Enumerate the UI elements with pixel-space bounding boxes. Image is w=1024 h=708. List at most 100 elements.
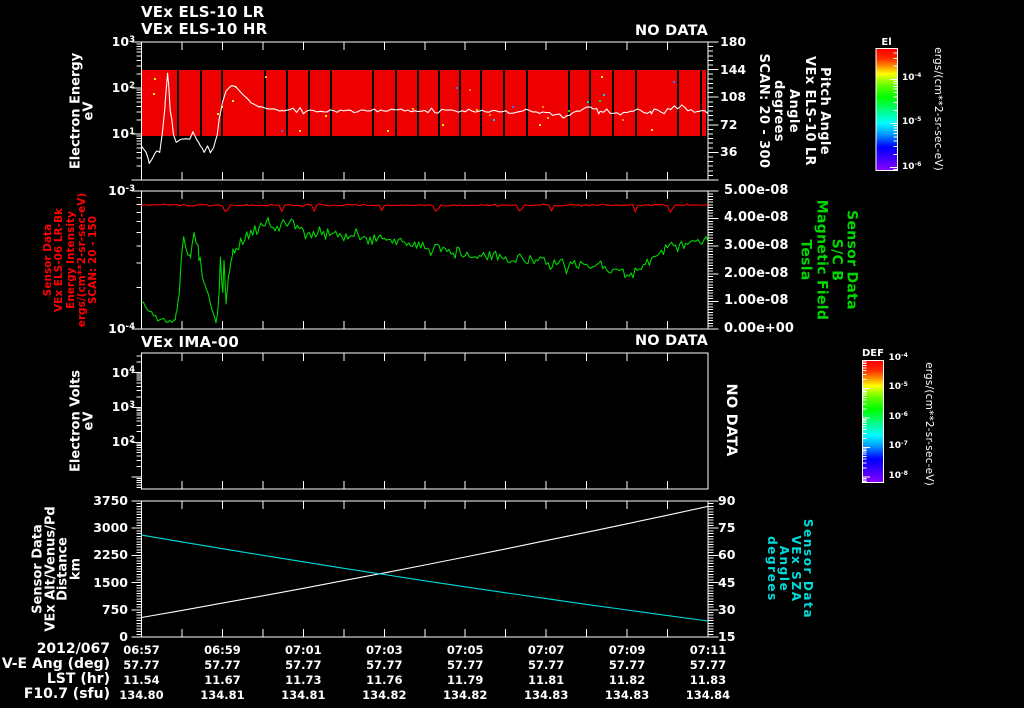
row-value: 134.81 bbox=[281, 687, 326, 702]
row-value: 134.83 bbox=[523, 687, 569, 702]
p4-ytick-label: 3750 bbox=[93, 493, 128, 508]
spectrogram-gap bbox=[589, 70, 591, 136]
spectrogram-speckle bbox=[599, 100, 601, 102]
spectrogram-speckle bbox=[489, 114, 491, 116]
p1-right-tick-label: 72 bbox=[720, 116, 738, 132]
spectrogram-gap bbox=[677, 70, 679, 136]
axis-label-line: eV bbox=[82, 411, 97, 431]
p1-right-tick-label: 180 bbox=[720, 34, 747, 49]
spectrogram-speckle bbox=[539, 124, 541, 126]
axis-label-line: Electron Energy bbox=[68, 52, 84, 170]
p4-right-tick-label: 15 bbox=[718, 629, 736, 644]
panel1-title-line1: VEx ELS-10 LR bbox=[141, 2, 265, 21]
row-value: 57.77 bbox=[285, 657, 322, 672]
spectrogram-speckle bbox=[154, 78, 156, 80]
row-value: 11.82 bbox=[608, 672, 646, 687]
row-value: 134.83 bbox=[604, 687, 650, 702]
p1-ytick-label: 102 bbox=[111, 80, 135, 95]
p2-right-tick-label: 5.00e-08 bbox=[724, 182, 789, 198]
panel4-frame bbox=[141, 500, 709, 638]
row-value: 57.77 bbox=[527, 657, 565, 672]
spectrogram-speckle bbox=[442, 124, 444, 126]
axis-label-line: Electron Volts bbox=[68, 370, 84, 472]
axis-label-line: S/C B bbox=[828, 238, 845, 282]
time-label: 07:05 bbox=[446, 643, 484, 657]
spectrogram-speckle bbox=[217, 113, 219, 115]
colorbar1-title: El bbox=[881, 36, 892, 48]
row-value: 11.79 bbox=[447, 672, 484, 687]
p2-right-tick-label: 0.00e+00 bbox=[724, 320, 794, 336]
axis-label-line: degrees bbox=[770, 79, 786, 142]
spectrogram-speckle bbox=[476, 109, 478, 111]
row-value: 134.82 bbox=[443, 687, 488, 702]
row-label-lst: LST (hr) bbox=[46, 670, 110, 687]
panel3-y-axis-label: Electron Volts eV bbox=[68, 370, 97, 472]
colorbar2-unit-label: ergs/(cm**2-sr-sec-eV) bbox=[923, 362, 935, 486]
p1-ytick-label: 101 bbox=[111, 126, 135, 141]
row-value: 57.77 bbox=[447, 657, 484, 672]
spectrogram-speckle bbox=[456, 87, 458, 89]
row-value: 11.83 bbox=[689, 672, 727, 687]
time-label: 07:07 bbox=[527, 643, 565, 657]
row-value: 11.54 bbox=[123, 672, 160, 687]
row-value: 11.67 bbox=[204, 672, 241, 687]
time-label: 07:11 bbox=[689, 643, 727, 657]
colorbar1-tick-label: 10-5 bbox=[902, 116, 922, 128]
spectrogram-speckle bbox=[547, 117, 549, 119]
spectrogram-speckle bbox=[512, 106, 514, 108]
colorbar1-tick-label: 10-4 bbox=[902, 72, 922, 84]
spectrogram-speckle bbox=[281, 130, 283, 132]
spectrogram-gap bbox=[308, 70, 310, 136]
p4-right-tick-label: 30 bbox=[718, 601, 736, 617]
spectrogram-speckle bbox=[299, 130, 301, 132]
axis-label-line: VEx ELS-10 LR bbox=[801, 56, 817, 166]
spectrogram-gap bbox=[568, 70, 570, 136]
panel3-frame bbox=[141, 352, 709, 490]
altitude-line bbox=[141, 505, 709, 619]
p3-ytick-label: 104 bbox=[111, 364, 135, 380]
p2-ytick-label: 10-4 bbox=[108, 321, 135, 336]
spectrogram-speckle bbox=[568, 110, 570, 112]
p2-right-tick-label: 4.00e-08 bbox=[724, 210, 789, 226]
p3-ytick-label: 102 bbox=[111, 434, 135, 450]
axis-label-line: VEx ELS-06 LR-Bk bbox=[53, 208, 66, 312]
row-label-f107: F10.7 (sfu) bbox=[23, 685, 110, 702]
p4-ytick-label: 0 bbox=[119, 629, 128, 644]
spectrogram-speckle bbox=[387, 130, 389, 132]
spectrogram-speckle bbox=[469, 89, 471, 91]
p4-right-tick-label: 45 bbox=[718, 574, 736, 590]
magnetic-field-trace bbox=[141, 217, 709, 324]
axis-label-line: degrees bbox=[764, 536, 779, 602]
axis-label-line: Angle bbox=[786, 89, 802, 133]
row-value: 134.81 bbox=[200, 687, 245, 702]
p4-right-tick-label: 60 bbox=[718, 547, 736, 563]
spectrogram-speckle bbox=[673, 81, 675, 83]
row-value: 134.84 bbox=[685, 687, 731, 702]
panel3-no-data-vertical-text: NO DATA bbox=[723, 383, 739, 457]
spectrogram-gap bbox=[635, 70, 637, 136]
time-label: 06:57 bbox=[123, 643, 160, 657]
spectrogram-speckle bbox=[587, 101, 589, 103]
spectrogram-gap bbox=[459, 70, 461, 136]
panel3-title: VEx IMA-00 bbox=[141, 332, 239, 351]
row-value: 11.81 bbox=[527, 672, 565, 687]
spectrogram-speckle bbox=[325, 115, 327, 117]
spectrogram-gap bbox=[480, 70, 482, 136]
p4-ytick-label: 2250 bbox=[93, 547, 128, 563]
spectrogram-gap bbox=[264, 70, 266, 136]
spectrogram-gap bbox=[417, 70, 419, 136]
colorbar1-tick-label: 10-6 bbox=[902, 160, 922, 172]
spectrogram-speckle bbox=[265, 76, 267, 78]
panel1-right-axis-label: Pitch Angle VEx ELS-10 LR Angle degrees SCAN… bbox=[755, 54, 832, 169]
row-value: 134.80 bbox=[119, 687, 164, 702]
p2-right-tick-label: 1.00e-08 bbox=[724, 293, 789, 309]
colorbar2-tick-label: 10-5 bbox=[888, 381, 908, 393]
els-background-trace bbox=[141, 203, 709, 213]
panel2-left-axis-label: Sensor Data VEx ELS-06 LR-Bk Energy Intens… bbox=[42, 193, 99, 327]
row-value: 11.73 bbox=[285, 672, 322, 687]
row-value: 57.77 bbox=[123, 657, 160, 672]
colorbar2-title: DEF bbox=[862, 348, 884, 359]
spectrogram-speckle bbox=[601, 76, 603, 78]
p1-right-tick-label: 36 bbox=[720, 144, 738, 160]
spectrogram-gap bbox=[200, 70, 202, 136]
